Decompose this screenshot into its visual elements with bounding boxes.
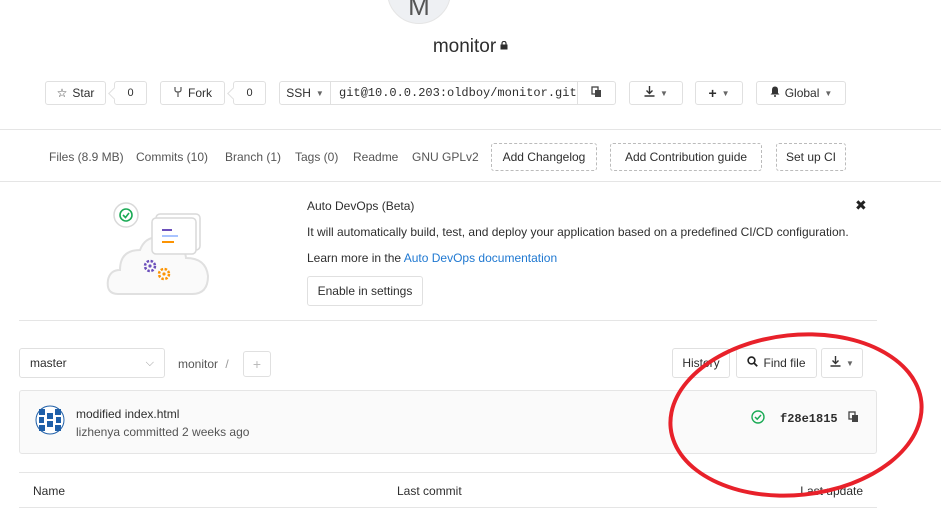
fork-label: Fork: [188, 86, 212, 100]
find-file-button[interactable]: Find file: [736, 348, 817, 378]
pipeline-status-icon[interactable]: [751, 410, 765, 427]
star-icon: ☆: [56, 86, 68, 100]
search-icon: [747, 356, 759, 370]
divider: [0, 181, 941, 182]
star-count[interactable]: 0: [114, 81, 147, 105]
chevron-down-icon: ▼: [660, 88, 668, 98]
divider: [0, 129, 941, 130]
branch-select[interactable]: master ⌵: [19, 348, 165, 378]
download-dropdown[interactable]: ▼: [629, 81, 683, 105]
fork-button[interactable]: Fork: [160, 81, 225, 105]
project-name: monitor: [432, 36, 497, 57]
devops-learn-prefix: Learn more in the: [307, 251, 404, 265]
clipboard-icon[interactable]: [848, 411, 859, 426]
col-last-update: Last update: [800, 484, 863, 498]
last-commit-panel: [19, 390, 877, 454]
download-dropdown[interactable]: ▼: [821, 348, 863, 378]
commit-message[interactable]: modified index.html: [76, 407, 179, 421]
branch-name: master: [30, 356, 67, 370]
commit-sha[interactable]: f28e1815: [780, 412, 838, 426]
devops-docs-link[interactable]: Auto DevOps documentation: [404, 251, 557, 265]
history-button[interactable]: History: [672, 348, 730, 378]
add-dropdown[interactable]: + ▼: [695, 81, 743, 105]
clone-url-field[interactable]: git@10.0.0.203:oldboy/monitor.git: [330, 81, 578, 105]
commits-link[interactable]: Commits (10): [136, 150, 208, 164]
readme-link[interactable]: Readme: [353, 150, 398, 164]
notification-label: Global: [784, 86, 820, 100]
divider: [19, 320, 877, 321]
license-link[interactable]: GNU GPLv2: [412, 150, 479, 164]
notification-dropdown[interactable]: Global ▼: [756, 81, 846, 105]
avatar[interactable]: [35, 405, 65, 438]
enable-in-settings-button[interactable]: Enable in settings: [307, 276, 423, 306]
col-name: Name: [33, 484, 66, 498]
lock-icon: [500, 40, 508, 53]
devops-illustration: [104, 198, 214, 303]
chevron-down-icon: ▼: [315, 88, 324, 98]
clipboard-icon: [591, 85, 602, 101]
chevron-down-icon: ▼: [824, 88, 833, 98]
star-button[interactable]: ☆ Star: [45, 81, 106, 105]
star-label: Star: [72, 86, 95, 100]
branch-link[interactable]: Branch (1): [225, 150, 281, 164]
chevron-down-icon: ▼: [721, 88, 730, 98]
protocol-label: SSH: [286, 86, 311, 100]
plus-icon: +: [708, 85, 717, 101]
add-to-tree-button[interactable]: +: [243, 351, 271, 377]
add-changelog-button[interactable]: Add Changelog: [491, 143, 597, 171]
commit-meta: lizhenya committed 2 weeks ago: [76, 425, 250, 439]
tags-link[interactable]: Tags (0): [295, 150, 338, 164]
devops-description: It will automatically build, test, and d…: [307, 225, 849, 239]
chevron-down-icon: ⌵: [145, 356, 154, 369]
breadcrumb: monitor /: [178, 357, 229, 371]
project-avatar-letter: M: [408, 0, 430, 21]
download-icon: [644, 86, 655, 100]
download-icon: [830, 356, 841, 370]
page-title: monitor: [0, 36, 941, 58]
protocol-dropdown[interactable]: SSH ▼: [279, 81, 331, 105]
chevron-down-icon: ▼: [846, 358, 854, 368]
file-table-header: Name Last commit Last update: [19, 472, 877, 508]
fork-icon: [173, 86, 183, 101]
plus-icon: +: [252, 356, 262, 372]
breadcrumb-separator: /: [225, 357, 229, 371]
setup-ci-button[interactable]: Set up CI: [776, 143, 846, 171]
close-icon[interactable]: ✖: [855, 197, 867, 214]
bell-icon: [770, 86, 780, 100]
copy-url-button[interactable]: [577, 81, 616, 105]
col-last-commit: Last commit: [397, 484, 462, 498]
devops-title: Auto DevOps (Beta): [307, 199, 415, 213]
devops-learn-more: Learn more in the Auto DevOps documentat…: [307, 251, 557, 265]
add-contribution-button[interactable]: Add Contribution guide: [610, 143, 762, 171]
project-avatar: M: [387, 0, 451, 24]
fork-count[interactable]: 0: [233, 81, 266, 105]
find-file-label: Find file: [763, 356, 806, 370]
files-link[interactable]: Files (8.9 MB): [49, 150, 124, 164]
breadcrumb-project[interactable]: monitor: [178, 357, 218, 371]
